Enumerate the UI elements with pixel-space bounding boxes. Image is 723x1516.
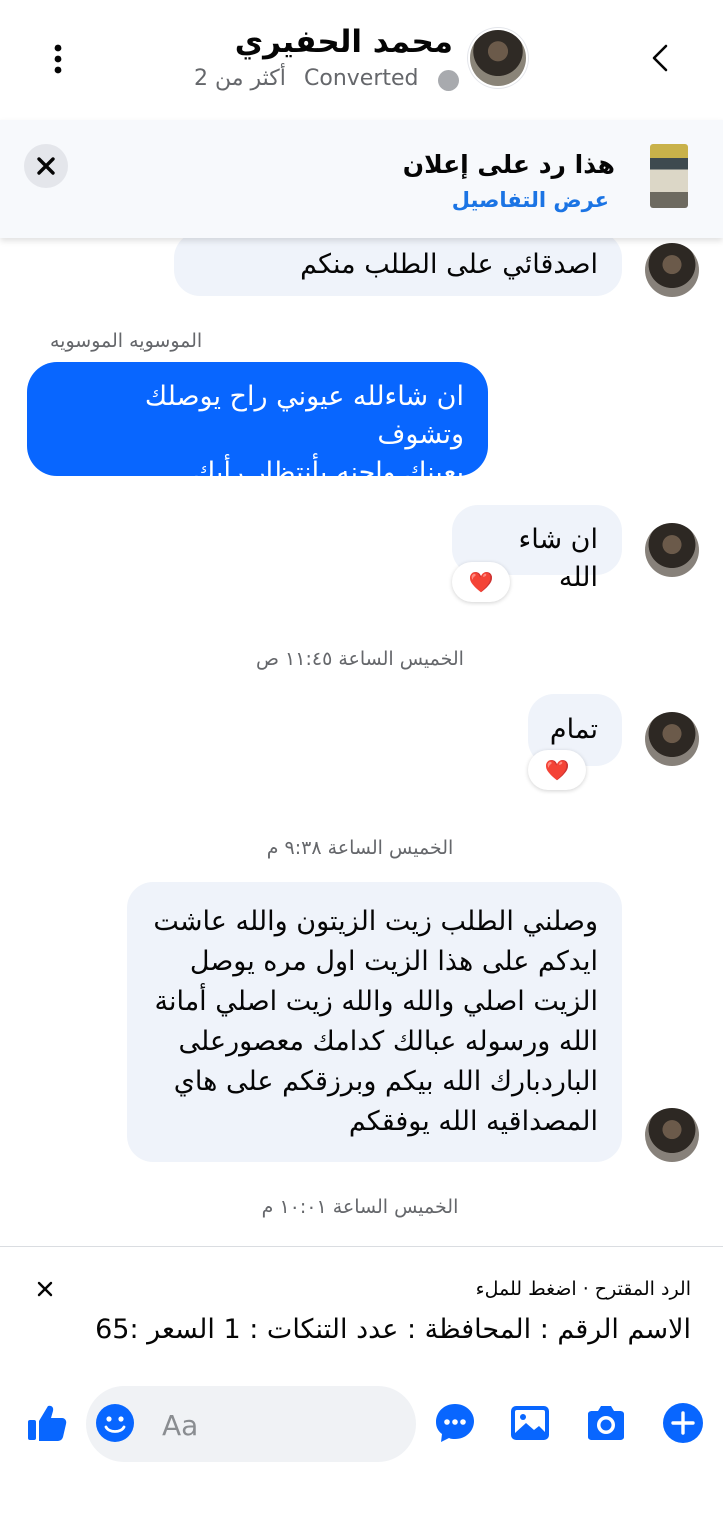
close-icon [37,1281,53,1297]
add-button[interactable] [660,1400,706,1446]
close-icon [37,157,55,175]
gallery-icon [511,1406,549,1440]
reaction-badge[interactable]: ❤️ [528,750,586,790]
contact-name[interactable]: محمد الحفيري [235,24,453,60]
timestamp: الخميس الساعة ٩:٣٨ م [266,837,454,859]
sender-avatar[interactable] [645,243,699,297]
chevron-right-icon [652,44,668,72]
emoji-button[interactable] [92,1400,138,1446]
message-line: وصلني الطلب زيت الزيتون والله عاشت [153,906,598,937]
emoji-icon [96,1404,134,1442]
message-line: الباردبارك الله بيكم وبرزقكم على هاي [173,1066,598,1097]
vertical-dots-icon [54,44,62,74]
dismiss-suggestion-button[interactable] [32,1276,58,1302]
contact-avatar[interactable] [470,30,526,86]
message-input[interactable] [160,1400,404,1450]
outgoing-message[interactable]: ان شاءلله عيوني راح يوصلك وتشوف بعينك وا… [27,362,488,488]
ad-thumbnail [650,144,688,208]
timestamp: الخميس الساعة ١٠:٠١ م [261,1196,459,1218]
like-icon [28,1405,67,1441]
close-banner-button[interactable] [24,144,68,188]
message-line: ان شاءلله عيوني راح يوصلك وتشوف [144,381,464,450]
message-line: الزيت اصلي والله والله زيت اصلي أمانة [154,986,599,1017]
divider [0,1246,723,1247]
contact-status: Converted [304,66,419,91]
camera-icon [588,1406,624,1440]
last-active-text: أكثر من 2 [194,66,286,91]
message-line: الله ورسوله عبالك كدامك معصورعلى [178,1026,598,1057]
message-line: ايدكم على هذا الزيت اول مره يوصل [189,946,598,977]
message-line: المصداقيه الله يوفقكم [348,1106,598,1137]
chat-extensions-button[interactable] [432,1400,478,1446]
view-details-link[interactable]: عرض التفاصيل [452,188,609,212]
back-button[interactable] [640,36,684,80]
heart-icon: ❤️ [544,758,570,782]
sender-avatar[interactable] [645,523,699,577]
sender-name: الموسويه الموسويه [50,330,203,352]
incoming-message[interactable]: اصدقائي على الطلب منكم [174,232,622,296]
reaction-badge[interactable]: ❤️ [452,562,510,602]
suggested-reply-text[interactable]: الاسم الرقم : المحافظة : عدد التنكات : 1… [95,1314,691,1345]
status-dot-icon [438,70,459,91]
camera-button[interactable] [583,1400,629,1446]
gallery-button[interactable] [507,1400,553,1446]
timestamp: الخميس الساعة ١١:٤٥ ص [256,648,464,670]
ad-banner-title: هذا رد على إعلان [402,150,615,179]
like-button[interactable] [24,1400,70,1446]
ad-reply-banner[interactable]: هذا رد على إعلان عرض التفاصيل [0,120,723,238]
chat-header: محمد الحفيري Converted أكثر من 2 [0,0,723,118]
sender-avatar[interactable] [645,712,699,766]
incoming-message[interactable]: وصلني الطلب زيت الزيتون والله عاشت ايدكم… [127,882,622,1162]
more-options-button[interactable] [36,38,80,82]
heart-icon: ❤️ [468,570,494,594]
add-icon [663,1403,703,1443]
suggested-reply-label: الرد المقترح · اضغط للملء [475,1278,691,1300]
chat-bubble-icon [436,1404,474,1442]
sender-avatar[interactable] [645,1108,699,1162]
message-line: بعينك واحنه بأنتظار رأيك [193,457,464,488]
